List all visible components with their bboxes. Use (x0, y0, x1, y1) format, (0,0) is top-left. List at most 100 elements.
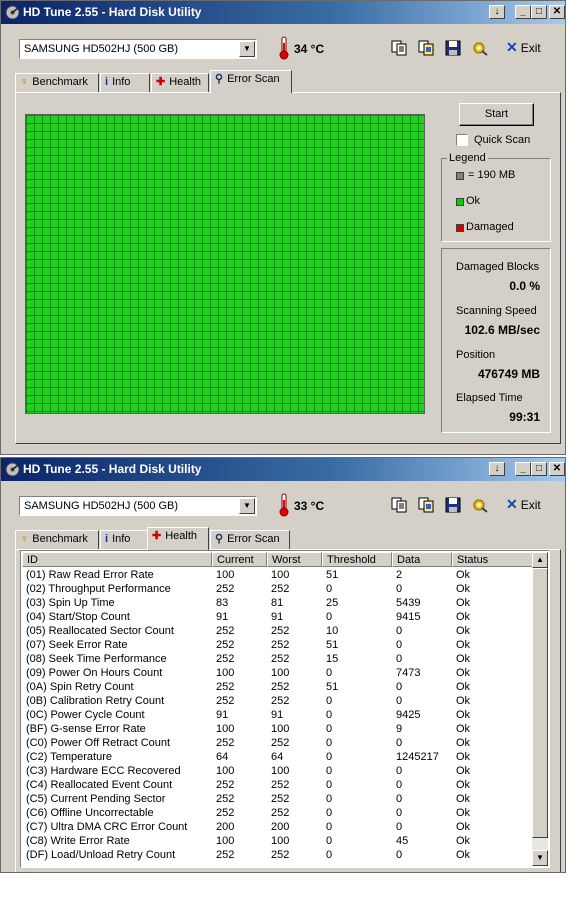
table-cell: 200 (216, 821, 235, 833)
table-cell: 0 (396, 583, 403, 595)
table-row[interactable]: (0B) Calibration Retry Count 252 252 0 0 Ok (22, 694, 535, 708)
table-row[interactable]: (C6) Offline Uncorrectable 252 252 0 0 Ok (22, 806, 535, 820)
chevron-down-icon[interactable]: ▼ (239, 498, 255, 514)
table-cell: (0B) Calibration Retry Count (26, 695, 165, 707)
table-cell: 100 (216, 667, 235, 679)
window-title: HD Tune 2.55 - Hard Disk Utility (23, 462, 202, 476)
info-icon: i (105, 76, 109, 88)
table-row[interactable]: (08) Seek Time Performance 252 252 15 0 Ok (22, 652, 535, 666)
table-cell: 0 (396, 779, 403, 791)
table-cell: 83 (216, 597, 229, 609)
minimize-button[interactable]: _ (515, 462, 531, 476)
table-cell: 9415 (396, 611, 421, 623)
table-cell: 100 (271, 723, 290, 735)
vertical-scrollbar[interactable]: ▲ ▼ (532, 552, 548, 866)
column-header[interactable]: Threshold (322, 552, 392, 567)
exit-button[interactable]: ✕ Exit (506, 496, 541, 516)
tab-health[interactable]: ✚ Health (147, 527, 209, 550)
column-header[interactable]: Worst (267, 552, 322, 567)
scan-block-map (25, 114, 425, 414)
table-row[interactable]: (07) Seek Error Rate 252 252 51 0 Ok (22, 638, 535, 652)
tab-info[interactable]: i Info (100, 73, 150, 92)
scan-statistics: Damaged Blocks 0.0 % Scanning Speed 102.… (441, 248, 551, 433)
scroll-up-icon[interactable]: ▲ (532, 552, 548, 568)
column-header[interactable]: Status (452, 552, 536, 567)
table-row[interactable]: (C7) Ultra DMA CRC Error Count 200 200 0 0 Ok (22, 820, 535, 834)
options-icon[interactable] (471, 496, 489, 514)
start-button[interactable]: Start (459, 103, 534, 126)
tab-label: Health (165, 530, 198, 542)
table-cell: 91 (216, 709, 229, 721)
thermometer-icon (279, 36, 289, 60)
temperature-value: 33 °C (294, 499, 325, 513)
table-row[interactable]: (0C) Power Cycle Count 91 91 0 9425 Ok (22, 708, 535, 722)
roll-up-button[interactable]: ↓ (489, 462, 505, 476)
thermometer-icon (279, 493, 289, 517)
chevron-down-icon[interactable]: ▼ (239, 41, 255, 57)
table-cell: (09) Power On Hours Count (26, 667, 163, 679)
quick-scan-checkbox[interactable] (456, 134, 468, 146)
copy-screenshot-icon[interactable] (417, 496, 435, 514)
table-row[interactable]: (C5) Current Pending Sector 252 252 0 0 Ok (22, 792, 535, 806)
table-row[interactable]: (03) Spin Up Time 83 81 25 5439 Ok (22, 596, 535, 610)
table-cell: Ok (456, 765, 471, 777)
table-cell: 0 (396, 653, 403, 665)
scroll-down-icon[interactable]: ▼ (532, 850, 548, 866)
table-cell: 252 (271, 779, 290, 791)
table-cell: 0 (326, 807, 333, 819)
table-cell: 51 (326, 681, 339, 693)
column-header[interactable]: Current (212, 552, 267, 567)
copy-text-icon[interactable] (390, 39, 408, 57)
table-cell: Ok (456, 667, 471, 679)
table-row[interactable]: (0A) Spin Retry Count 252 252 51 0 Ok (22, 680, 535, 694)
table-cell: 200 (271, 821, 290, 833)
copy-text-icon[interactable] (390, 496, 408, 514)
table-row[interactable]: (09) Power On Hours Count 100 100 0 7473 Ok (22, 666, 535, 680)
column-header[interactable]: ID (22, 552, 212, 567)
tab-error-scan[interactable]: ⚲ Error Scan (210, 70, 292, 93)
table-row[interactable]: (C3) Hardware ECC Recovered 100 100 0 0 Ok (22, 764, 535, 778)
table-row[interactable]: (C8) Write Error Rate 100 100 0 45 Ok (22, 834, 535, 848)
maximize-button[interactable]: □ (531, 462, 547, 476)
exit-button[interactable]: ✕ Exit (506, 39, 541, 59)
tab-error-scan[interactable]: ⚲ Error Scan (210, 530, 290, 549)
table-cell: 0 (326, 667, 333, 679)
table-row[interactable]: (DF) Load/Unload Retry Count 252 252 0 0 Ok (22, 848, 535, 862)
tab-benchmark[interactable]: ♀ Benchmark (15, 530, 99, 549)
tab-health[interactable]: ✚ Health (151, 73, 209, 92)
tab-benchmark[interactable]: ♀ Benchmark (15, 73, 99, 92)
table-cell: 64 (271, 751, 284, 763)
close-button[interactable]: ✕ (549, 462, 565, 476)
options-icon[interactable] (471, 39, 489, 57)
roll-up-button[interactable]: ↓ (489, 5, 505, 19)
table-row[interactable]: (BF) G-sense Error Rate 100 100 0 9 Ok (22, 722, 535, 736)
table-cell: Ok (456, 835, 471, 847)
title-bar[interactable]: HD Tune 2.55 - Hard Disk Utility ↓ _ □ ✕ (1, 458, 565, 481)
column-header[interactable]: Data (392, 552, 452, 567)
table-row[interactable]: (C2) Temperature 64 64 0 1245217 Ok (22, 750, 535, 764)
table-row[interactable]: (C4) Reallocated Event Count 252 252 0 0 Ok (22, 778, 535, 792)
table-cell: 252 (216, 793, 235, 805)
scroll-thumb[interactable] (532, 568, 548, 838)
legend-block-swatch (456, 172, 464, 180)
save-icon[interactable] (444, 39, 462, 57)
table-cell: 252 (271, 807, 290, 819)
close-button[interactable]: ✕ (549, 5, 565, 19)
table-row[interactable]: (01) Raw Read Error Rate 100 100 51 2 Ok (22, 568, 535, 582)
table-row[interactable]: (02) Throughput Performance 252 252 0 0 Ok (22, 582, 535, 596)
minimize-button[interactable]: _ (515, 5, 531, 19)
table-row[interactable]: (C0) Power Off Retract Count 252 252 0 0 Ok (22, 736, 535, 750)
table-row[interactable]: (05) Reallocated Sector Count 252 252 10 0 Ok (22, 624, 535, 638)
smart-attributes-table[interactable]: ID Current Worst Threshold Data Status (01) R… (20, 550, 550, 868)
save-icon[interactable] (444, 496, 462, 514)
copy-screenshot-icon[interactable] (417, 39, 435, 57)
table-cell: 0 (396, 625, 403, 637)
table-row[interactable]: (04) Start/Stop Count 91 91 0 9415 Ok (22, 610, 535, 624)
title-bar[interactable]: HD Tune 2.55 - Hard Disk Utility ↓ _ □ ✕ (1, 1, 565, 24)
drive-select[interactable]: SAMSUNG HD502HJ (500 GB) ▼ (19, 39, 257, 59)
table-cell: (C4) Reallocated Event Count (26, 779, 173, 791)
table-cell: 0 (396, 639, 403, 651)
maximize-button[interactable]: □ (531, 5, 547, 19)
drive-select[interactable]: SAMSUNG HD502HJ (500 GB) ▼ (19, 496, 257, 516)
tab-info[interactable]: i Info (100, 530, 150, 549)
